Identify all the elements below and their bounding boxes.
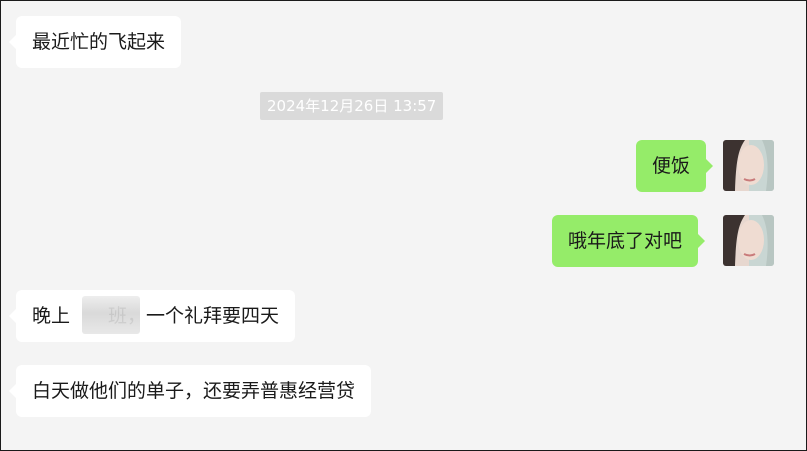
message-bubble-outgoing[interactable]: 便饭: [636, 140, 714, 192]
avatar-photo-icon: [723, 215, 774, 266]
message-text: 便饭: [652, 155, 691, 177]
chat-window: 最近忙的飞起来 2024年12月26日 13:57 便饭 哦年底了对吧 晚上 班…: [0, 0, 807, 451]
message-text: 晚上 班，一个礼拜要四天: [32, 305, 280, 327]
message-bubble-outgoing[interactable]: 哦年底了对吧: [552, 215, 706, 267]
avatar-photo-icon: [723, 140, 774, 191]
message-bubble-incoming[interactable]: 白天做他们的单子，还要弄普惠经营贷: [8, 365, 372, 417]
message-text: 白天做他们的单子，还要弄普惠经营贷: [32, 380, 356, 402]
message-bubble-incoming[interactable]: 晚上 班，一个礼拜要四天: [8, 290, 296, 342]
avatar[interactable]: [723, 215, 774, 266]
redaction-blur: [82, 296, 140, 334]
message-text: 哦年底了对吧: [568, 230, 683, 252]
message-text: 最近忙的飞起来: [32, 31, 166, 53]
message-bubble-incoming[interactable]: 最近忙的飞起来: [8, 16, 182, 68]
avatar[interactable]: [723, 140, 774, 191]
message-timestamp: 2024年12月26日 13:57: [260, 92, 444, 120]
